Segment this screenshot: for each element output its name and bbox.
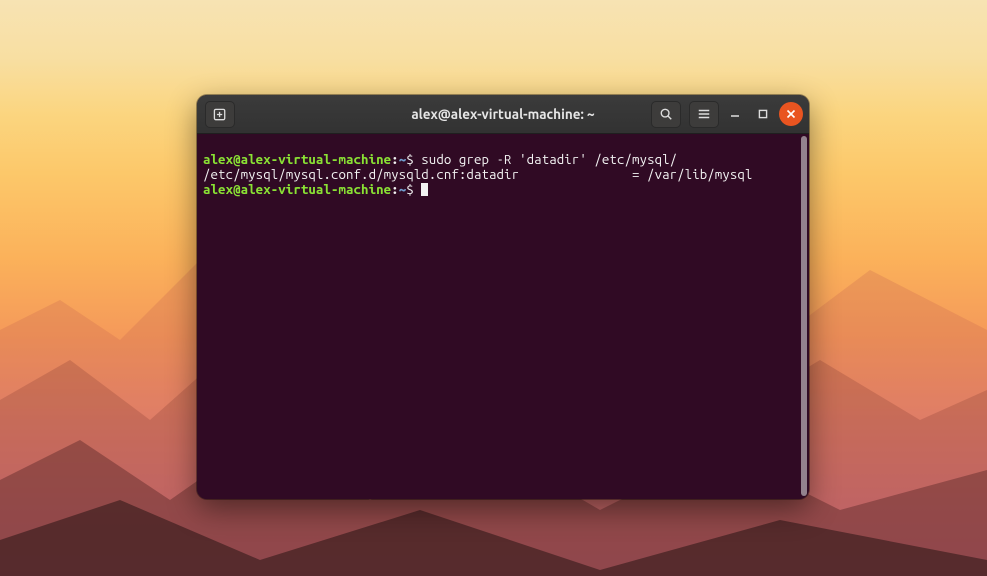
menu-button[interactable]: [689, 101, 719, 128]
prompt-symbol: $: [406, 152, 414, 167]
minimize-button[interactable]: [723, 102, 747, 126]
prompt-user: alex@alex-virtual-machine: [203, 182, 391, 197]
search-icon: [659, 107, 673, 121]
desktop-background: alex@alex-virtual-machine: ~: [0, 0, 987, 576]
terminal-body[interactable]: alex@alex-virtual-machine:~$ sudo grep -…: [197, 134, 809, 499]
minimize-icon: [730, 109, 740, 119]
close-icon: [786, 109, 796, 119]
prompt-user: alex@alex-virtual-machine: [203, 152, 391, 167]
new-tab-button[interactable]: [205, 101, 235, 128]
prompt-colon: :: [391, 152, 399, 167]
hamburger-icon: [697, 107, 711, 121]
new-tab-icon: [213, 107, 228, 122]
scrollbar[interactable]: [801, 136, 807, 496]
titlebar[interactable]: alex@alex-virtual-machine: ~: [197, 95, 809, 134]
search-button[interactable]: [651, 101, 681, 128]
maximize-icon: [758, 109, 768, 119]
output-line: /etc/mysql/mysql.conf.d/mysqld.cnf:datad…: [203, 167, 752, 182]
close-button[interactable]: [779, 102, 803, 126]
maximize-button[interactable]: [751, 102, 775, 126]
prompt-symbol: $: [406, 182, 414, 197]
terminal-window: alex@alex-virtual-machine: ~: [197, 95, 809, 499]
prompt-colon: :: [391, 182, 399, 197]
command-line: sudo grep -R 'datadir' /etc/mysql/: [421, 152, 677, 167]
text-cursor: [421, 183, 428, 196]
